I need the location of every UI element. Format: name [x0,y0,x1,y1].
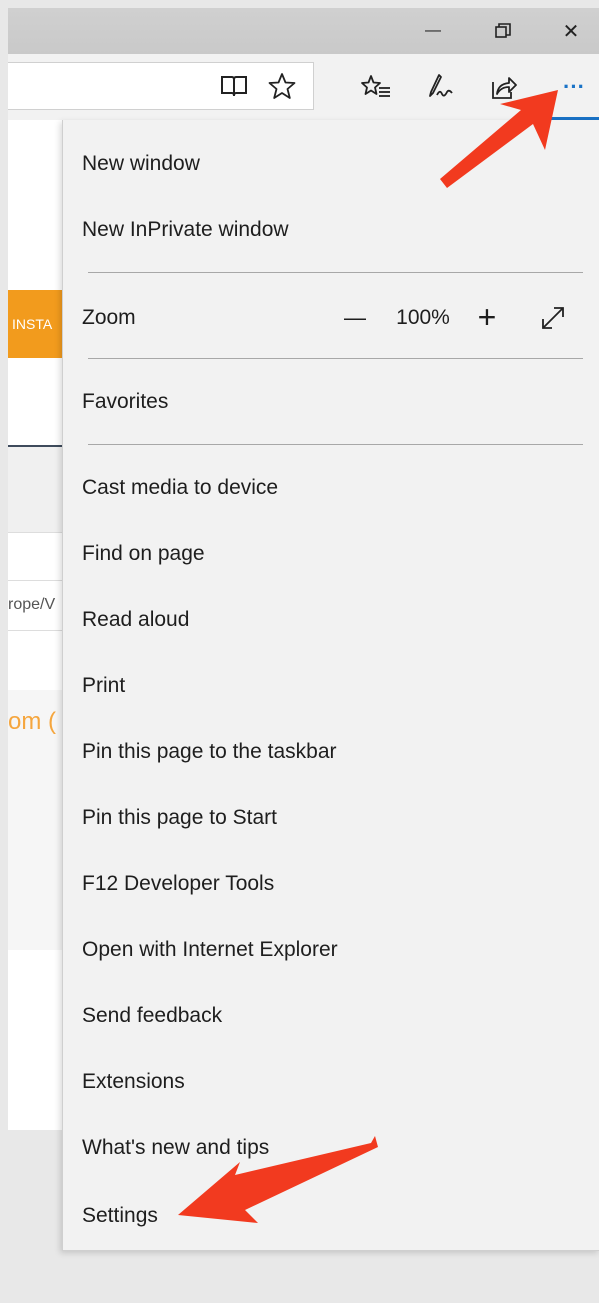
fullscreen-button[interactable] [533,300,573,336]
share-icon [492,77,517,99]
favorites-hub-button[interactable] [358,69,394,105]
share-button[interactable] [486,69,522,105]
reading-view-button[interactable] [216,68,252,104]
restore-button[interactable] [480,8,526,54]
menu-item-settings[interactable]: Settings [82,1204,158,1228]
menu-item-favorites[interactable]: Favorites [82,390,168,414]
plus-icon: + [477,298,497,335]
menu-item-find-on-page[interactable]: Find on page [82,542,205,566]
menu-item-print[interactable]: Print [82,674,125,698]
page-lower-area [8,1130,64,1303]
minus-icon: — [344,305,366,330]
fullscreen-icon [542,307,564,329]
star-icon [268,73,296,99]
minimize-icon: — [425,22,441,39]
menu-item-developer-tools[interactable]: F12 Developer Tools [82,872,274,896]
close-icon: ✕ [562,20,580,43]
zoom-out-button[interactable]: — [335,300,375,336]
address-bar[interactable] [8,62,314,110]
menu-item-extensions[interactable]: Extensions [82,1070,185,1094]
menu-item-new-inprivate-window[interactable]: New InPrivate window [82,218,289,242]
page-content: INSTA rope/V om ( [8,120,64,1303]
zoom-in-button[interactable]: + [467,298,507,336]
page-gray-panel [8,447,64,532]
install-button[interactable]: INSTA [8,290,64,358]
browser-window: INSTA rope/V om ( — ✕ ··· New window New… [0,0,599,1303]
install-button-label: INSTA [12,316,53,332]
more-actions-button[interactable]: ··· [556,69,592,105]
zoom-level: 100% [396,306,450,329]
favorites-list-icon [361,75,390,97]
menu-item-zoom: Zoom [82,306,136,329]
pen-icon [429,74,453,97]
menu-item-pin-taskbar[interactable]: Pin this page to the taskbar [82,740,337,764]
menu-item-whats-new[interactable]: What's new and tips [82,1136,269,1160]
minimize-button[interactable]: — [410,8,456,54]
page-orange-text: om ( [8,708,56,735]
page-url-text: rope/V [8,596,56,613]
title-bar: — ✕ [8,8,599,54]
book-icon [221,76,247,97]
more-actions-menu: New window New InPrivate window Zoom — 1… [62,120,599,1251]
nav-bar: ··· [8,54,599,120]
page-line [8,630,64,631]
restore-icon [495,23,511,38]
page-line [8,580,64,581]
menu-item-new-window[interactable]: New window [82,152,200,176]
more-icon: ··· [563,74,585,99]
close-button[interactable]: ✕ [548,8,594,54]
menu-item-pin-start[interactable]: Pin this page to Start [82,806,277,830]
page-line [8,532,64,533]
menu-item-cast-media[interactable]: Cast media to device [82,476,278,500]
menu-separator [88,444,583,445]
menu-item-send-feedback[interactable]: Send feedback [82,1004,222,1028]
menu-item-read-aloud[interactable]: Read aloud [82,608,189,632]
add-favorite-button[interactable] [264,68,300,104]
web-note-button[interactable] [422,69,458,105]
menu-separator [88,272,583,273]
menu-item-open-ie[interactable]: Open with Internet Explorer [82,938,338,962]
menu-separator [88,358,583,359]
